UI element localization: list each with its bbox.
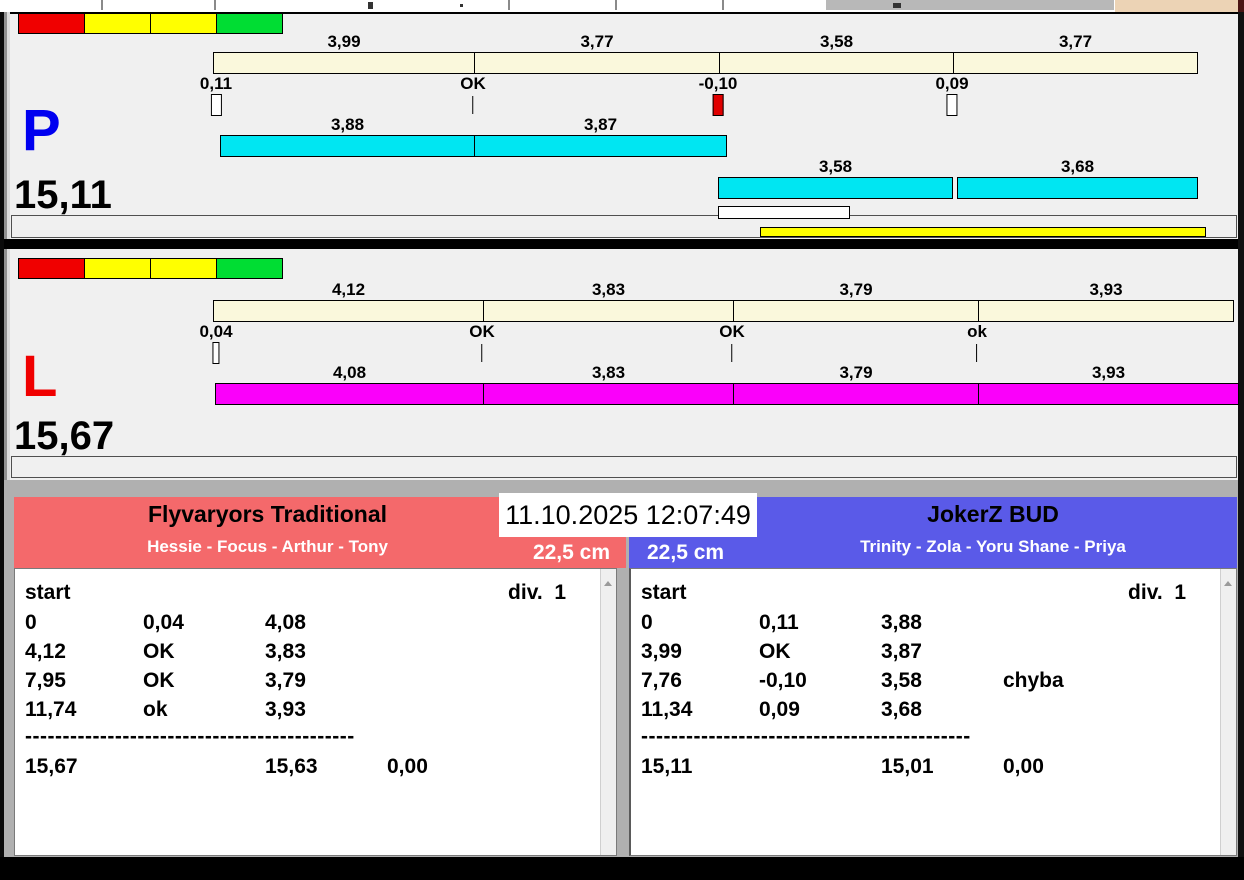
lane-p-yellow-bar [760, 227, 1206, 237]
lane-l-change-mark: OK [469, 322, 495, 362]
penalty-time: 0,00 [1003, 755, 1044, 779]
toolbar-separator [722, 0, 724, 10]
red-box-marker [713, 94, 724, 116]
legend-yellow-swatch [151, 13, 217, 34]
toolbar-separator [508, 0, 510, 10]
legend-green-swatch [217, 258, 283, 279]
lane-l-progress-strip [11, 456, 1237, 478]
legend-red-swatch [18, 13, 85, 34]
scrollbar-up-arrow-icon[interactable] [604, 581, 612, 586]
right-team-members: Trinity - Zola - Yoru Shane - Priya [749, 537, 1237, 557]
legend-green-swatch [217, 13, 283, 34]
toolbar-highlight-button[interactable] [1115, 0, 1244, 12]
right-results-table[interactable]: start div. 1 0 0,11 3,88 3,99 OK 3,87 7,… [629, 568, 1237, 856]
split-segment: 3,79 [733, 301, 978, 321]
lane-l-total-time: 15,67 [14, 416, 114, 456]
split-segment: 3,77 [953, 53, 1197, 73]
lane-p-run-bar-2a: 3,58 [718, 177, 953, 199]
split-segment: 3,58 [719, 53, 953, 73]
run-segment: 3,83 [483, 384, 733, 404]
toolbar-glyph-fragment [460, 4, 463, 7]
run-segment: 3,79 [733, 384, 978, 404]
lane-l-letter: L [22, 348, 57, 406]
toolbar-separator [615, 0, 617, 10]
lane-p-run-bar-2b: 3,68 [957, 177, 1198, 199]
lane-p-letter: P [22, 102, 61, 160]
lane-p-run-bar-1: 3,88 3,87 [220, 135, 727, 157]
app-window: 3,99 3,77 3,58 3,77 0,11 OK -0,10 0,09 P… [0, 0, 1244, 880]
lane-l-start-mark: 0,04 [199, 322, 232, 364]
timestamp-display: 11.10.2025 12:07:49 [499, 493, 757, 537]
white-box-marker [211, 94, 222, 116]
start-label: start [641, 581, 687, 605]
lane-p-change-mark: OK [460, 74, 486, 114]
tick-marker [482, 344, 483, 362]
toolbar-glyph-fragment [368, 2, 373, 9]
run-segment: 4,08 [216, 384, 483, 404]
window-border-bottom [0, 857, 1244, 880]
scrollbar[interactable] [1220, 569, 1236, 855]
split-segment: 3,99 [214, 53, 474, 73]
split-segment: 3,93 [978, 301, 1233, 321]
lane-l-split-bar: 4,12 3,83 3,79 3,93 [213, 300, 1234, 322]
lane-p-change-mark: 0,09 [935, 74, 968, 116]
toolbar-separator [214, 0, 216, 10]
run-segment: 3,93 [978, 384, 1238, 404]
division-label: div. 1 [1128, 581, 1186, 605]
tick-marker [977, 344, 978, 362]
lane-l-status-legend [18, 258, 283, 279]
penalty-time: 0,00 [387, 755, 428, 779]
legend-yellow-swatch [85, 13, 151, 34]
right-team-name: JokerZ BUD [749, 501, 1237, 528]
lane-p-status-legend [18, 13, 283, 34]
white-box-marker [213, 342, 220, 364]
division-label: div. 1 [508, 581, 566, 605]
lane-p-change-mark: -0,10 [699, 74, 738, 116]
run-segment: 3,68 [958, 178, 1197, 198]
scrollbar-up-arrow-icon[interactable] [1224, 581, 1232, 586]
legend-yellow-swatch [151, 258, 217, 279]
tick-marker [732, 344, 733, 362]
toolbar-gray-panel[interactable] [826, 0, 1114, 10]
left-jump-height: 22,5 cm [533, 541, 610, 565]
left-team-members: Hessie - Focus - Arthur - Tony [14, 537, 521, 557]
lane-l-change-mark: OK [719, 322, 745, 362]
split-segment: 3,83 [483, 301, 733, 321]
left-results-table[interactable]: start div. 1 0 0,04 4,08 4,12 OK 3,83 7,… [14, 568, 617, 856]
net-time: 15,01 [881, 755, 934, 779]
lane-l-run-bar: 4,08 3,83 3,79 3,93 [215, 383, 1239, 405]
tick-marker [473, 96, 474, 114]
legend-yellow-swatch [85, 258, 151, 279]
run-segment: 3,87 [474, 136, 726, 156]
white-box-marker [947, 94, 958, 116]
scrollbar[interactable] [600, 569, 616, 855]
total-time: 15,67 [25, 755, 78, 779]
lane-l-change-mark: ok [967, 322, 987, 362]
dropdown-arrow-icon[interactable] [893, 3, 901, 8]
split-segment: 3,77 [474, 53, 719, 73]
lane-p-total-time: 15,11 [14, 175, 112, 215]
start-label: start [25, 581, 71, 605]
run-segment: 3,58 [719, 178, 952, 198]
split-segment: 4,12 [214, 301, 483, 321]
fault-label: chyba [1003, 669, 1064, 693]
lane-p-split-bar: 3,99 3,77 3,58 3,77 [213, 52, 1198, 74]
lane-p-start-mark: 0,11 [200, 74, 232, 116]
lane-p-white-bar [718, 206, 850, 219]
net-time: 15,63 [265, 755, 318, 779]
toolbar-separator [101, 0, 103, 10]
section-divider [4, 239, 1238, 249]
run-segment: 3,88 [221, 136, 474, 156]
window-border-right [1238, 12, 1244, 858]
right-jump-height: 22,5 cm [647, 541, 724, 565]
total-time: 15,11 [641, 755, 692, 779]
left-team-name: Flyvaryors Traditional [14, 501, 521, 528]
legend-red-swatch [18, 258, 85, 279]
toolbar-strip[interactable] [0, 0, 1244, 14]
